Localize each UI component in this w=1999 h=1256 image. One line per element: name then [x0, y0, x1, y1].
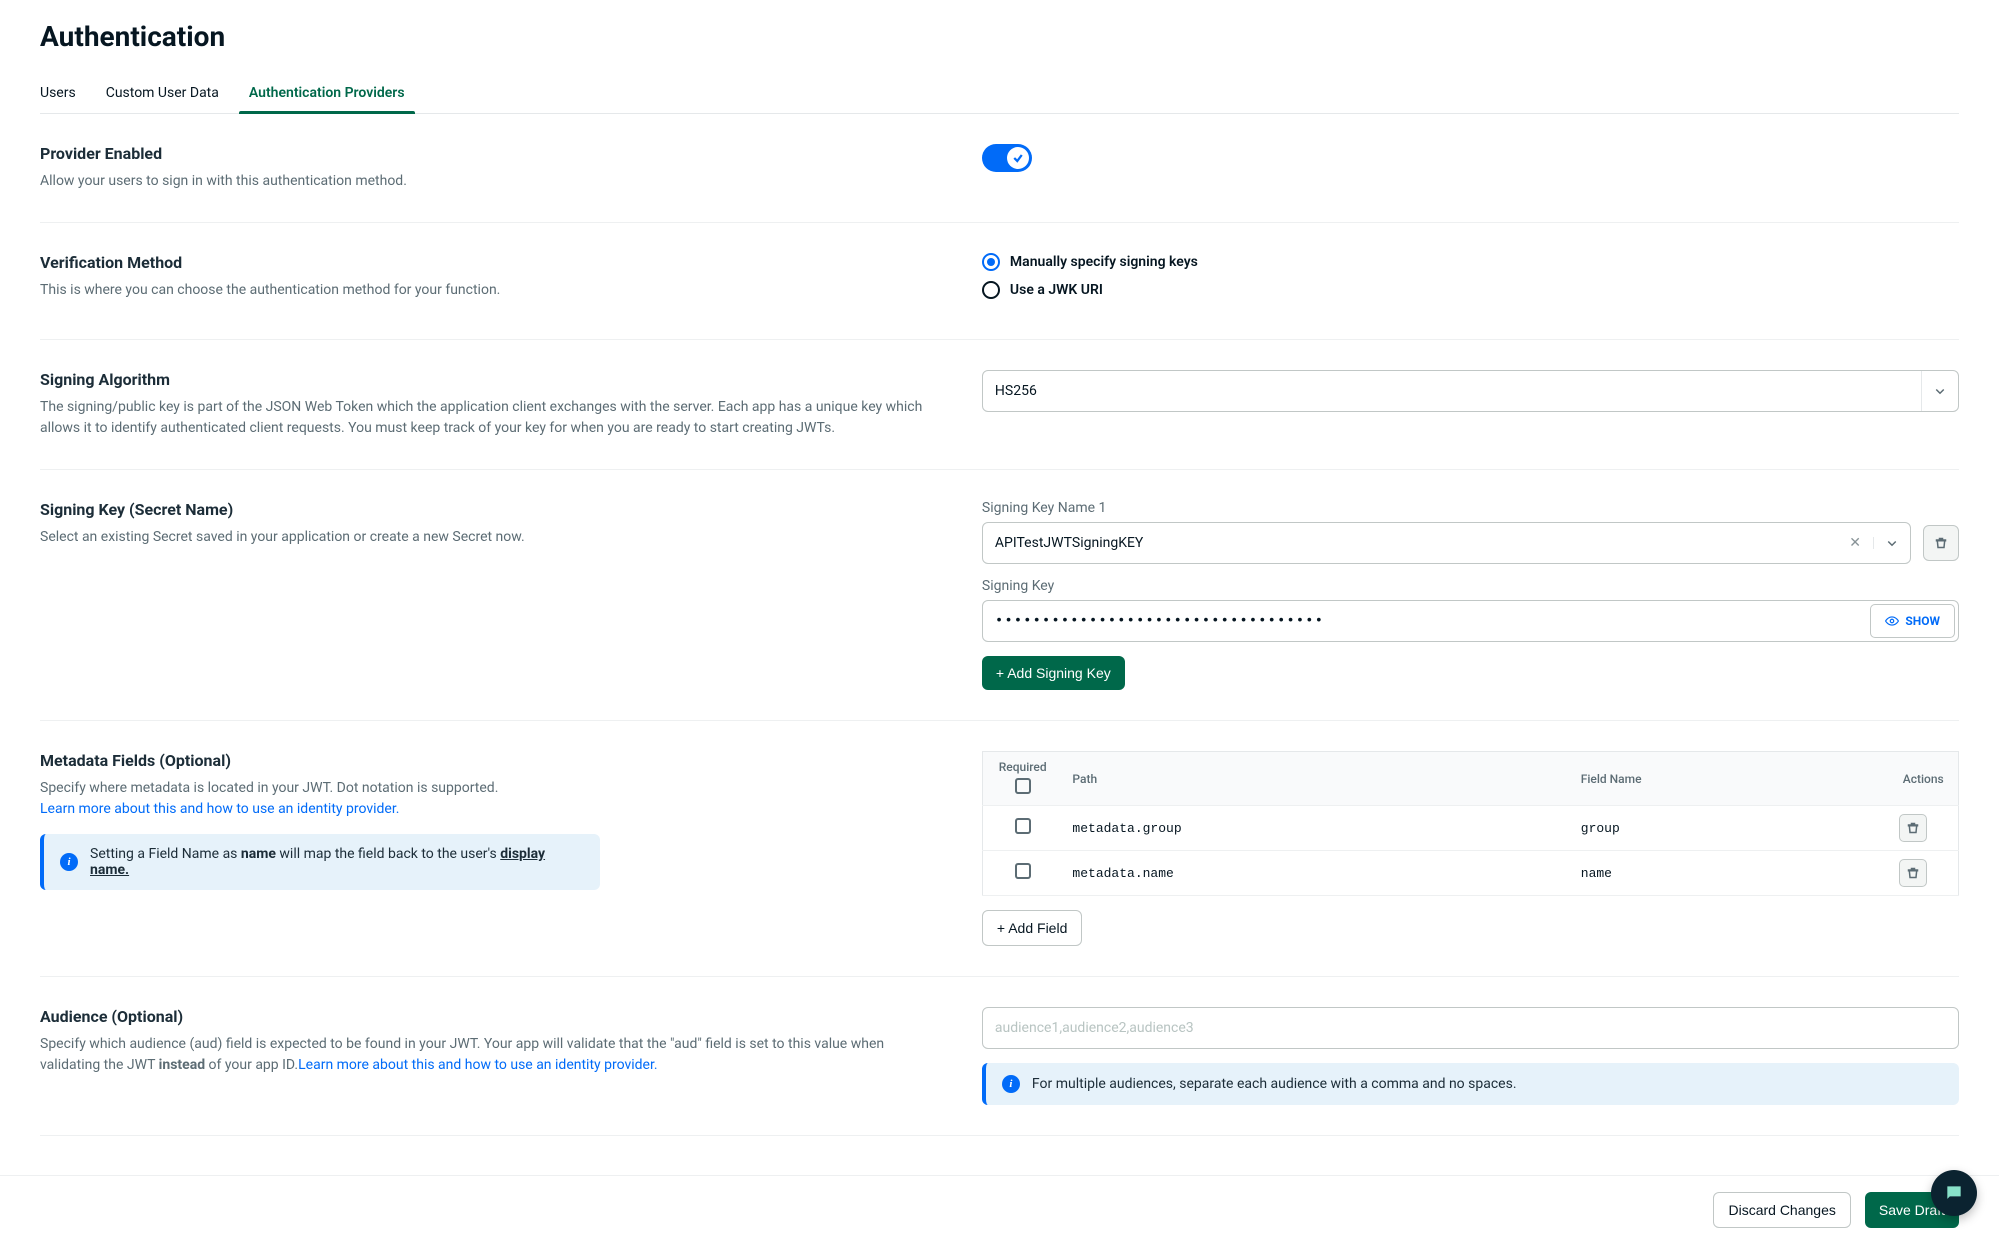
- table-row: metadata.group group: [982, 806, 1958, 851]
- provider-enabled-title: Provider Enabled: [40, 144, 942, 163]
- audience-info-banner: i For multiple audiences, separate each …: [982, 1063, 1959, 1105]
- chevron-down-icon: [1921, 371, 1946, 411]
- clear-icon[interactable]: ✕: [1849, 535, 1861, 551]
- signing-key-title: Signing Key (Secret Name): [40, 500, 942, 519]
- required-checkbox[interactable]: [1015, 863, 1031, 879]
- footer-bar: Discard Changes Save Draft: [0, 1175, 1999, 1244]
- eye-icon: [1885, 614, 1899, 628]
- signing-algorithm-desc: The signing/public key is part of the JS…: [40, 397, 942, 439]
- signing-key-value-input[interactable]: •••••••••••••••••••••••••••••••••••: [982, 600, 1959, 642]
- col-required: Required: [982, 752, 1062, 806]
- provider-enabled-desc: Allow your users to sign in with this au…: [40, 171, 942, 192]
- verification-method-title: Verification Method: [40, 253, 942, 272]
- required-checkbox-all[interactable]: [1015, 778, 1031, 794]
- signing-key-name-label: Signing Key Name 1: [982, 500, 1959, 516]
- delete-row-button[interactable]: [1899, 814, 1927, 842]
- info-icon: i: [60, 853, 78, 871]
- tab-custom-user-data[interactable]: Custom User Data: [106, 73, 219, 113]
- discard-changes-button[interactable]: Discard Changes: [1713, 1192, 1850, 1228]
- table-row: metadata.name name: [982, 851, 1958, 896]
- trash-icon: [1907, 822, 1919, 834]
- info-icon: i: [1002, 1075, 1020, 1093]
- trash-icon: [1907, 867, 1919, 879]
- signing-algorithm-title: Signing Algorithm: [40, 370, 942, 389]
- signing-key-name-select[interactable]: APITestJWTSigningKEY ✕: [982, 522, 1911, 564]
- provider-enabled-toggle[interactable]: [982, 144, 1032, 172]
- audience-learn-more-link[interactable]: Learn more about this and how to use an …: [298, 1057, 657, 1073]
- radio-jwk-uri[interactable]: Use a JWK URI: [982, 281, 1959, 299]
- tabs-bar: Users Custom User Data Authentication Pr…: [40, 73, 1959, 114]
- page-title: Authentication: [40, 20, 1959, 53]
- required-checkbox[interactable]: [1015, 818, 1031, 834]
- metadata-info-banner: i Setting a Field Name as name will map …: [40, 834, 600, 890]
- metadata-table: Required Path Field Name Actions metadat…: [982, 751, 1959, 896]
- radio-icon: [982, 281, 1000, 299]
- chat-icon: [1944, 1183, 1964, 1203]
- radio-manual-keys[interactable]: Manually specify signing keys: [982, 253, 1959, 271]
- add-signing-key-button[interactable]: + Add Signing Key: [982, 656, 1125, 690]
- chevron-down-icon: [1873, 537, 1898, 549]
- check-icon: [1007, 147, 1029, 169]
- metadata-fields-title: Metadata Fields (Optional): [40, 751, 942, 770]
- trash-icon: [1935, 537, 1947, 549]
- delete-row-button[interactable]: [1899, 859, 1927, 887]
- delete-signing-key-button[interactable]: [1923, 525, 1959, 561]
- signing-key-desc: Select an existing Secret saved in your …: [40, 527, 942, 548]
- tab-users[interactable]: Users: [40, 73, 76, 113]
- tab-authentication-providers[interactable]: Authentication Providers: [249, 73, 405, 113]
- audience-title: Audience (Optional): [40, 1007, 942, 1026]
- metadata-fields-desc: Specify where metadata is located in you…: [40, 780, 498, 796]
- col-actions: Actions: [1889, 752, 1959, 806]
- show-key-button[interactable]: SHOW: [1870, 604, 1955, 638]
- audience-input[interactable]: audience1,audience2,audience3: [982, 1007, 1959, 1049]
- verification-method-desc: This is where you can choose the authent…: [40, 280, 942, 301]
- signing-key-value-label: Signing Key: [982, 578, 1959, 594]
- col-path: Path: [1062, 752, 1570, 806]
- add-field-button[interactable]: + Add Field: [982, 910, 1082, 946]
- metadata-learn-more-link[interactable]: Learn more about this and how to use an …: [40, 801, 399, 817]
- col-field-name: Field Name: [1571, 752, 1889, 806]
- help-fab[interactable]: [1931, 1170, 1977, 1216]
- radio-icon: [982, 253, 1000, 271]
- signing-algorithm-select[interactable]: HS256: [982, 370, 1959, 412]
